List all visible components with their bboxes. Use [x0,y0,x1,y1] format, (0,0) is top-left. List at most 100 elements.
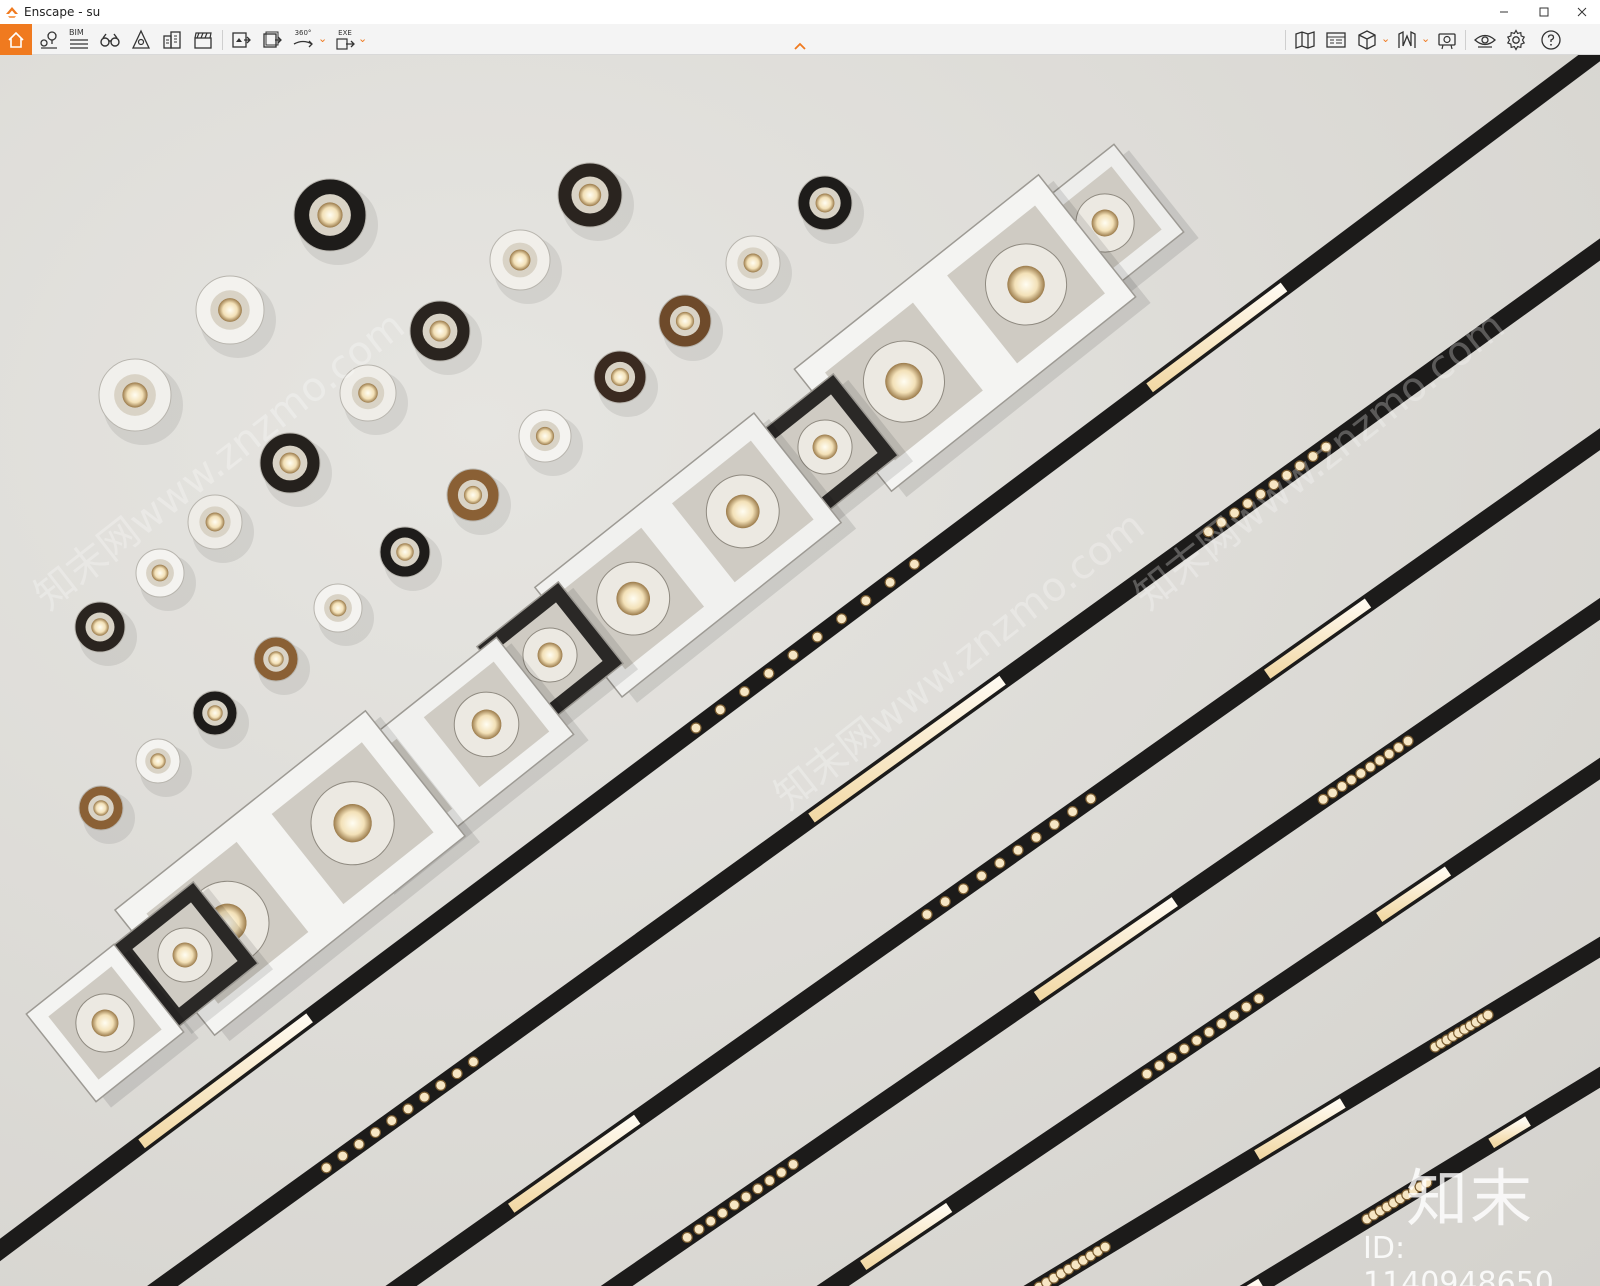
grille-led [681,1231,693,1244]
toolbar-separator [1465,30,1466,50]
exe-export-icon [336,38,355,50]
grille-led [787,649,799,661]
capture-button[interactable] [1434,26,1460,53]
close-icon [1577,7,1587,17]
grille-led [705,1215,717,1227]
exe-label: EXE [338,29,352,37]
buildings-icon [163,30,181,49]
grille-led [716,1207,729,1219]
grille-led [369,1126,381,1139]
panorama-button[interactable]: 360° [290,26,316,53]
exe-dropdown-caret[interactable]: ⌄ [358,32,367,45]
capture-icon [1438,32,1456,49]
downlight-lens [122,382,148,408]
grille-led [1327,787,1339,799]
eye-visibility-icon [1474,34,1496,48]
perspective-icon [131,28,151,49]
cube-dropdown-caret[interactable]: ⌄ [1381,32,1390,45]
views-button[interactable] [97,26,123,53]
grille-led [1240,1001,1252,1013]
grille-led [811,631,823,643]
close-button[interactable] [1562,0,1600,24]
gear-icon [1506,28,1526,51]
grille-led [320,1162,332,1174]
downlight-lens [329,599,347,617]
grille-led [693,1223,705,1235]
bim-label: BIM [69,28,84,37]
downlight-lens [396,543,414,561]
location-pin-icon [40,30,57,49]
material-dropdown-caret[interactable]: ⌄ [1421,32,1430,45]
grille-led [353,1138,365,1150]
map-button[interactable] [1292,26,1318,53]
downlight-lens [463,485,483,505]
toolbar-separator [1285,30,1286,50]
exe-export-button[interactable]: EXE [332,26,358,53]
bim-button[interactable]: BIM [66,26,92,53]
grille-led [435,1079,447,1091]
grille-led [740,1191,752,1203]
grille-led [1012,844,1024,856]
material-button[interactable] [1394,26,1420,53]
grille-led [775,1166,788,1179]
downlight-lens [815,193,835,213]
grille-led [1402,735,1414,747]
panorama-dropdown-caret[interactable]: ⌄ [318,32,327,45]
title-bar: Enscape - su [0,0,1600,24]
grille-led [690,722,702,734]
grille-led [835,613,848,625]
grille-led [1153,1060,1166,1072]
visibility-button[interactable] [1472,26,1498,53]
video-editor-button[interactable] [190,26,216,53]
grille-led [1030,831,1042,843]
maximize-button[interactable] [1524,0,1564,24]
grille-led [451,1067,463,1080]
grille-led [386,1115,398,1127]
help-button[interactable] [1538,26,1564,53]
perspective-button[interactable] [128,26,154,53]
downlight-lens [205,512,225,532]
grille-led [1048,818,1061,831]
grille-led [1215,1018,1228,1030]
render-viewport[interactable]: 知末网www.znzmo.com 知末网www.znzmo.com 知末网www… [0,55,1600,1286]
watermark-id: ID: 1140948650 [1363,1231,1554,1286]
grille-led [764,1175,776,1187]
screenshot-button[interactable] [228,26,254,53]
minimize-button[interactable] [1484,0,1524,24]
grille-led [728,1199,740,1211]
downlight-lens [207,705,223,721]
downlight-lens [93,800,109,816]
downlight-lens [268,651,284,667]
batch-export-button[interactable] [259,26,285,53]
grille-led [860,594,872,607]
buildings-button[interactable] [159,26,185,53]
grille-led [763,667,775,680]
material-icon [1398,30,1416,48]
grille-led [1374,754,1386,767]
grille-led [714,704,726,716]
grille-led [1383,748,1395,760]
toolbar-separator [222,30,223,50]
downlight-lens [358,383,378,403]
binoculars-icon [100,33,120,47]
settings-button[interactable] [1503,26,1529,53]
grille-led [1166,1051,1178,1063]
batch-export-icon [263,31,282,48]
grille-led [884,576,896,589]
grille-led [1392,741,1405,754]
bim-icon [70,39,88,49]
home-button[interactable] [0,24,32,55]
grille-led [908,558,921,570]
downlight-lens [150,753,166,769]
grille-led [1228,1009,1240,1021]
downlight-lens [509,249,531,271]
grille-led [994,857,1006,869]
downlight-lens [317,202,343,228]
collapse-toolbar-arrow-icon[interactable] [792,40,808,52]
location-button[interactable] [36,26,62,53]
grille-led [1364,761,1376,773]
asset-library-button[interactable] [1323,26,1349,53]
cube-view-button[interactable] [1354,26,1380,53]
grille-led [1203,1026,1215,1038]
downlight-lens [218,298,242,322]
